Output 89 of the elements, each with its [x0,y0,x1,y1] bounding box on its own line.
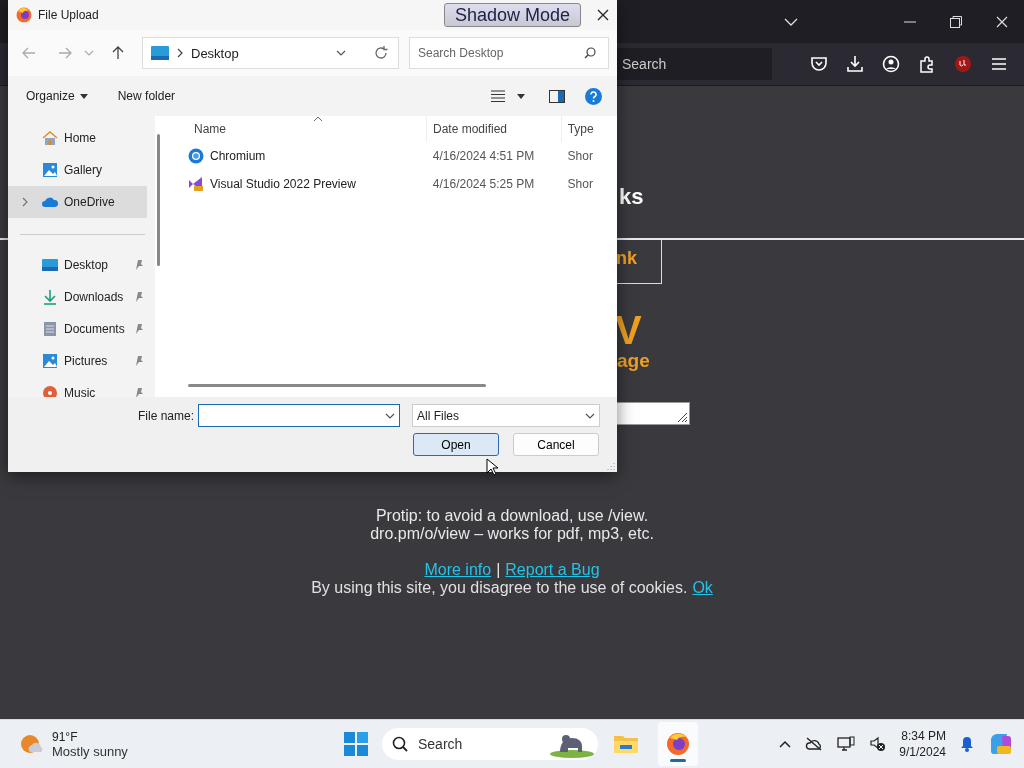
file-type-dropdown[interactable]: All Files [412,404,601,427]
address-bar[interactable]: Desktop [142,37,399,69]
nav-item[interactable]: Music [8,377,147,397]
clock-date[interactable]: 9/1/2024 [899,744,946,760]
chevron-down-icon [385,412,396,419]
scrollbar-thumb[interactable] [188,384,486,387]
page-title: V [615,310,643,350]
list-view-icon[interactable] [491,90,505,102]
restore-icon[interactable] [950,15,962,28]
organize-button[interactable]: Organize [18,85,96,107]
desktop-icon [42,257,58,273]
search-placeholder: Search [622,56,667,72]
cancel-button[interactable]: Cancel [513,433,599,456]
nav-item[interactable]: Desktop [8,249,147,281]
search-placeholder: Search [418,736,464,752]
caret-icon [79,93,88,99]
ok-link[interactable]: Ok [692,579,713,596]
search-placeholder: Search Desktop [418,46,505,60]
refresh-icon [374,46,388,60]
dialog-title: File Upload [38,8,100,22]
page-link[interactable]: Report a Bug [505,561,600,578]
nav-item[interactable]: OneDrive [8,186,147,218]
speaker-muted-icon[interactable] [869,736,886,752]
table-cell-text: Shor [566,149,594,163]
field-label: File name: [138,408,195,423]
windows-logo-icon[interactable] [344,732,368,756]
folder-icon[interactable] [614,733,638,755]
nav-item[interactable]: Documents [8,313,147,345]
help-icon[interactable] [585,87,602,105]
protip-text: dro.pm/o/view – works for pdf, mp3, etc. [369,525,655,543]
minimize-icon[interactable] [904,20,916,23]
cloud-offline-icon[interactable] [805,737,824,751]
open-button[interactable]: Open [413,433,499,456]
cookie-notice: By using this site, you disagree to the use of cookies. [311,579,688,596]
table-cell-text: Shor [566,177,594,191]
page-subtitle: age [617,350,651,372]
nav-item[interactable]: Downloads [8,281,147,313]
file-name-field[interactable] [198,404,401,427]
sort-caret-icon [314,116,322,121]
temperature-text: 91°F [52,729,79,744]
address-location: Desktop [191,45,239,61]
bell-icon[interactable] [960,736,974,752]
picture-frame-icon [42,162,58,178]
chevron-down-icon [585,412,596,419]
account-icon[interactable] [882,55,900,73]
table-cell-text: 4/16/2024 5:25 PM [431,177,536,191]
resize-grip-icon[interactable] [607,462,615,470]
chevron-right-icon [177,48,183,58]
scrollbar-thumb[interactable] [157,134,160,266]
caret-icon[interactable] [517,93,525,99]
close-icon[interactable] [597,9,609,21]
column-header[interactable]: Name [168,116,426,142]
column-header[interactable]: Type [560,116,617,142]
chevron-up-icon[interactable] [779,740,792,748]
heading-text: ks [619,184,645,211]
puzzle-icon[interactable] [918,55,936,73]
nav-item[interactable]: Pictures [8,345,147,377]
column-header[interactable]: Date modified [426,116,561,142]
weather-condition: Mostly sunny [52,743,128,759]
resize-grip-icon[interactable] [676,411,688,423]
file-name[interactable]: Chromium [210,149,266,163]
search-icon [584,47,596,59]
link-separator: | [496,561,501,578]
mouse-cursor-icon [486,458,498,476]
up-arrow-icon[interactable] [112,46,124,60]
document-icon [42,321,58,337]
clock-time[interactable]: 8:34 PM [899,728,946,744]
desktop-icon [151,46,169,60]
shadow-mode-button[interactable]: Shadow Mode [443,3,581,27]
home-icon [42,130,58,146]
pocket-icon[interactable] [810,55,828,73]
nav-item[interactable]: Gallery [8,154,147,186]
download-icon [42,289,58,305]
picture-frame-icon [42,353,58,369]
file-name[interactable]: Visual Studio 2022 Preview [210,177,356,191]
search-field[interactable]: Search Desktop [409,37,609,69]
chevron-right-icon [22,197,28,207]
nav-item[interactable]: Home [8,122,147,154]
search-icon [392,736,408,752]
preview-pane-icon[interactable] [549,89,565,103]
network-icon[interactable] [837,736,856,752]
page-link[interactable]: More info [424,561,492,578]
new-folder-button[interactable]: New folder [109,85,184,107]
chevron-down-icon [336,50,346,56]
download-icon[interactable] [846,55,864,73]
search-field[interactable]: Search [382,728,598,760]
menu-icon[interactable] [990,55,1008,73]
protip-text: Protip: to avoid a download, use /view. [374,507,650,525]
table-cell-text: 4/16/2024 4:51 PM [431,149,536,163]
